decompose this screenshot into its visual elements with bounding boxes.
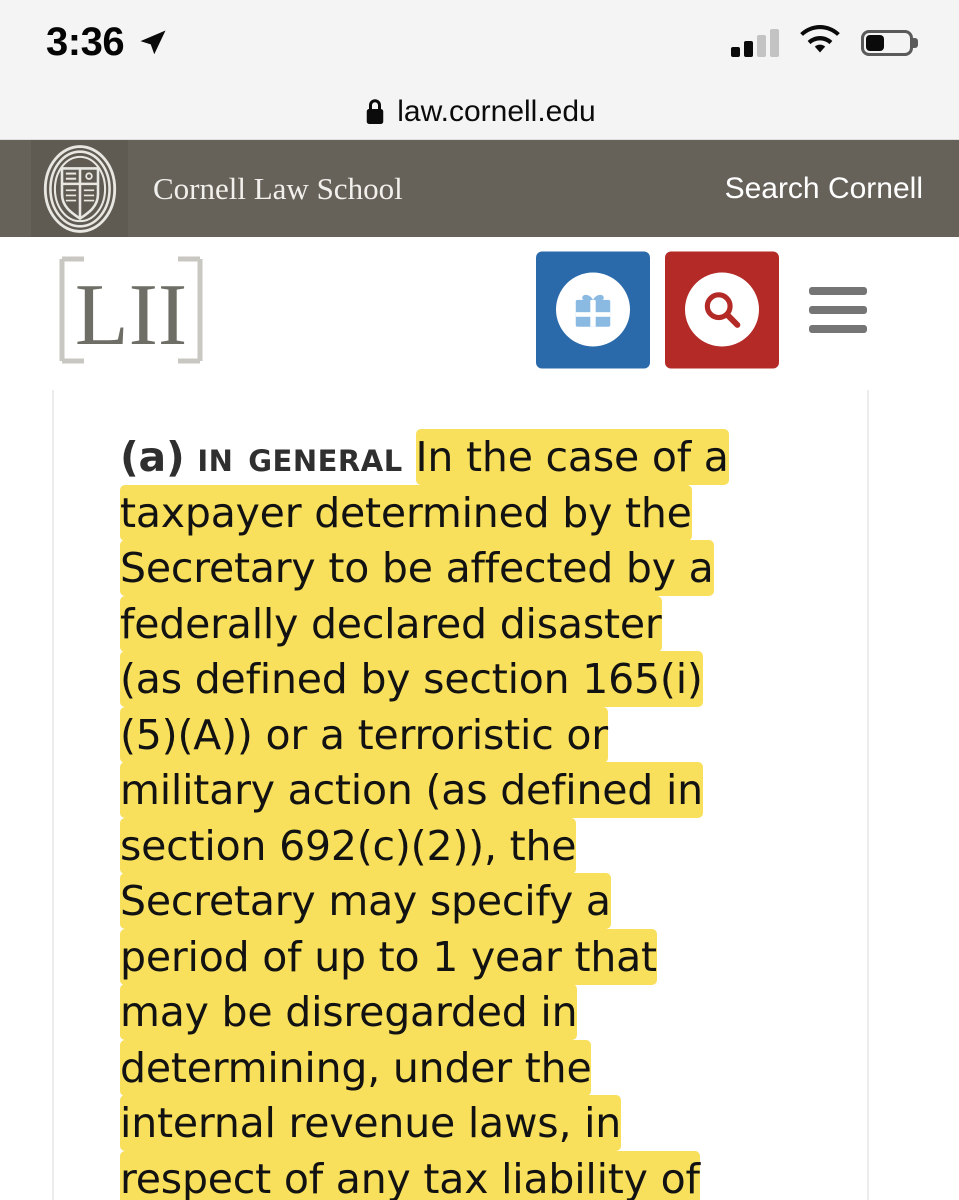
- search-icon: [685, 272, 759, 347]
- ios-status-bar: 3:36: [0, 0, 959, 85]
- battery-icon: [861, 29, 913, 56]
- location-arrow-icon: [138, 28, 168, 58]
- lii-nav-bar: LII: [0, 237, 959, 382]
- subsection-label: (a): [120, 433, 185, 481]
- cellular-signal-icon: [731, 28, 779, 57]
- status-indicators: [731, 25, 913, 60]
- page-content: (a) In general In the case of a taxpayer…: [0, 382, 959, 1200]
- wifi-icon: [799, 25, 841, 60]
- hamburger-menu-icon[interactable]: [809, 286, 867, 333]
- url-text: law.cornell.edu: [397, 95, 596, 128]
- search-cornell-link[interactable]: Search Cornell: [725, 172, 923, 206]
- lii-logo-text: LII: [75, 267, 187, 364]
- highlighted-statute-text[interactable]: In the case of a taxpayer determined by …: [120, 429, 729, 1200]
- status-time: 3:36: [46, 20, 125, 64]
- gift-icon: [556, 272, 630, 347]
- statute-paragraph: (a) In general In the case of a taxpayer…: [120, 429, 732, 1200]
- lii-logo[interactable]: LII: [52, 251, 210, 369]
- lock-icon: [363, 97, 387, 127]
- cornell-header-bar: Cornell Law School Search Cornell: [0, 140, 959, 237]
- donate-button[interactable]: [536, 251, 650, 368]
- cornell-seal-icon[interactable]: [31, 140, 128, 237]
- subsection-heading: In general: [197, 433, 403, 481]
- nav-action-buttons: [536, 251, 779, 368]
- search-button[interactable]: [665, 251, 779, 368]
- browser-url-bar[interactable]: law.cornell.edu: [0, 85, 959, 140]
- cornell-law-school-title[interactable]: Cornell Law School: [153, 171, 403, 207]
